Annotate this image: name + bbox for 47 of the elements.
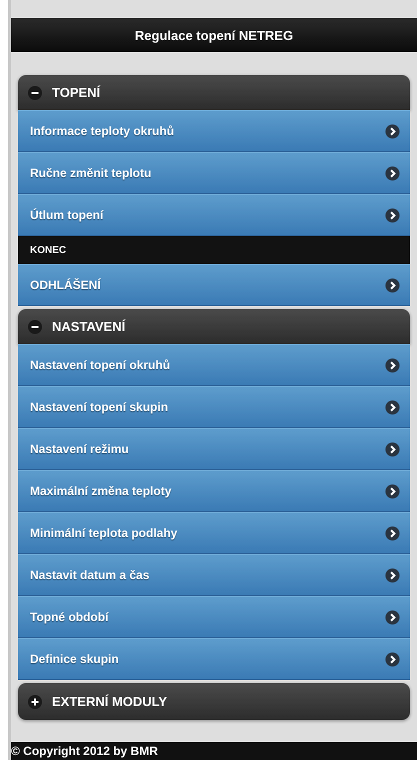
- chevron-right-icon: [385, 610, 400, 624]
- menu-item[interactable]: Útlum topení: [18, 194, 410, 236]
- menu-item[interactable]: Topné období: [18, 596, 410, 638]
- menu-item[interactable]: Maximální změna teploty: [18, 470, 410, 512]
- minus-icon: [28, 86, 42, 100]
- menu-item[interactable]: ODHLÁŠENÍ: [18, 264, 410, 306]
- chevron-right-icon: [385, 400, 400, 414]
- chevron-right-icon: [385, 166, 400, 180]
- menu-item[interactable]: Nastavení režimu: [18, 428, 410, 470]
- section-title: EXTERNÍ MODULY: [52, 694, 168, 709]
- menu-item-label: Informace teploty okruhů: [30, 124, 174, 138]
- menu-item-label: Maximální změna teploty: [30, 484, 172, 498]
- chevron-right-icon: [385, 208, 400, 222]
- menu-item[interactable]: Nastavení topení skupin: [18, 386, 410, 428]
- menu-item-label: Topné období: [30, 610, 108, 624]
- menu-item-label: Minimální teplota podlahy: [30, 526, 178, 540]
- menu-item[interactable]: Ručne změnit teplotu: [18, 152, 410, 194]
- collapsible-header[interactable]: NASTAVENÍ: [18, 309, 410, 344]
- section-title: NASTAVENÍ: [52, 319, 126, 334]
- menu-item-label: Útlum topení: [30, 208, 104, 222]
- menu-item[interactable]: Minimální teplota podlahy: [18, 512, 410, 554]
- chevron-right-icon: [385, 652, 400, 666]
- chevron-right-icon: [385, 442, 400, 456]
- section-title: TOPENÍ: [52, 85, 100, 100]
- chevron-right-icon: [385, 568, 400, 582]
- menu-item-label: ODHLÁŠENÍ: [30, 278, 101, 292]
- chevron-right-icon: [385, 526, 400, 540]
- chevron-right-icon: [385, 358, 400, 372]
- chevron-right-icon: [385, 278, 400, 292]
- collapsible-header[interactable]: EXTERNÍ MODULY: [18, 683, 410, 720]
- collapsible-header[interactable]: TOPENÍ: [18, 75, 410, 110]
- page-title: Regulace topení NETREG: [11, 18, 417, 52]
- menu-item-label: Definice skupin: [30, 652, 119, 666]
- menu-item-label: Nastavení topení skupin: [30, 400, 168, 414]
- copyright-footer: © Copyright 2012 by BMR: [11, 742, 417, 760]
- plus-icon: [28, 694, 42, 708]
- minus-icon: [28, 320, 42, 334]
- chevron-right-icon: [385, 124, 400, 138]
- menu-item-label: Nastavit datum a čas: [30, 568, 150, 582]
- chevron-right-icon: [385, 484, 400, 498]
- menu-item-label: Nastavení topení okruhů: [30, 358, 170, 372]
- menu-item[interactable]: Informace teploty okruhů: [18, 110, 410, 152]
- menu-item-label: Ručne změnit teplotu: [30, 166, 152, 180]
- menu-item-label: Nastavení režimu: [30, 442, 129, 456]
- menu-item[interactable]: Nastavit datum a čas: [18, 554, 410, 596]
- menu-item[interactable]: Nastavení topení okruhů: [18, 344, 410, 386]
- menu-item[interactable]: Definice skupin: [18, 638, 410, 680]
